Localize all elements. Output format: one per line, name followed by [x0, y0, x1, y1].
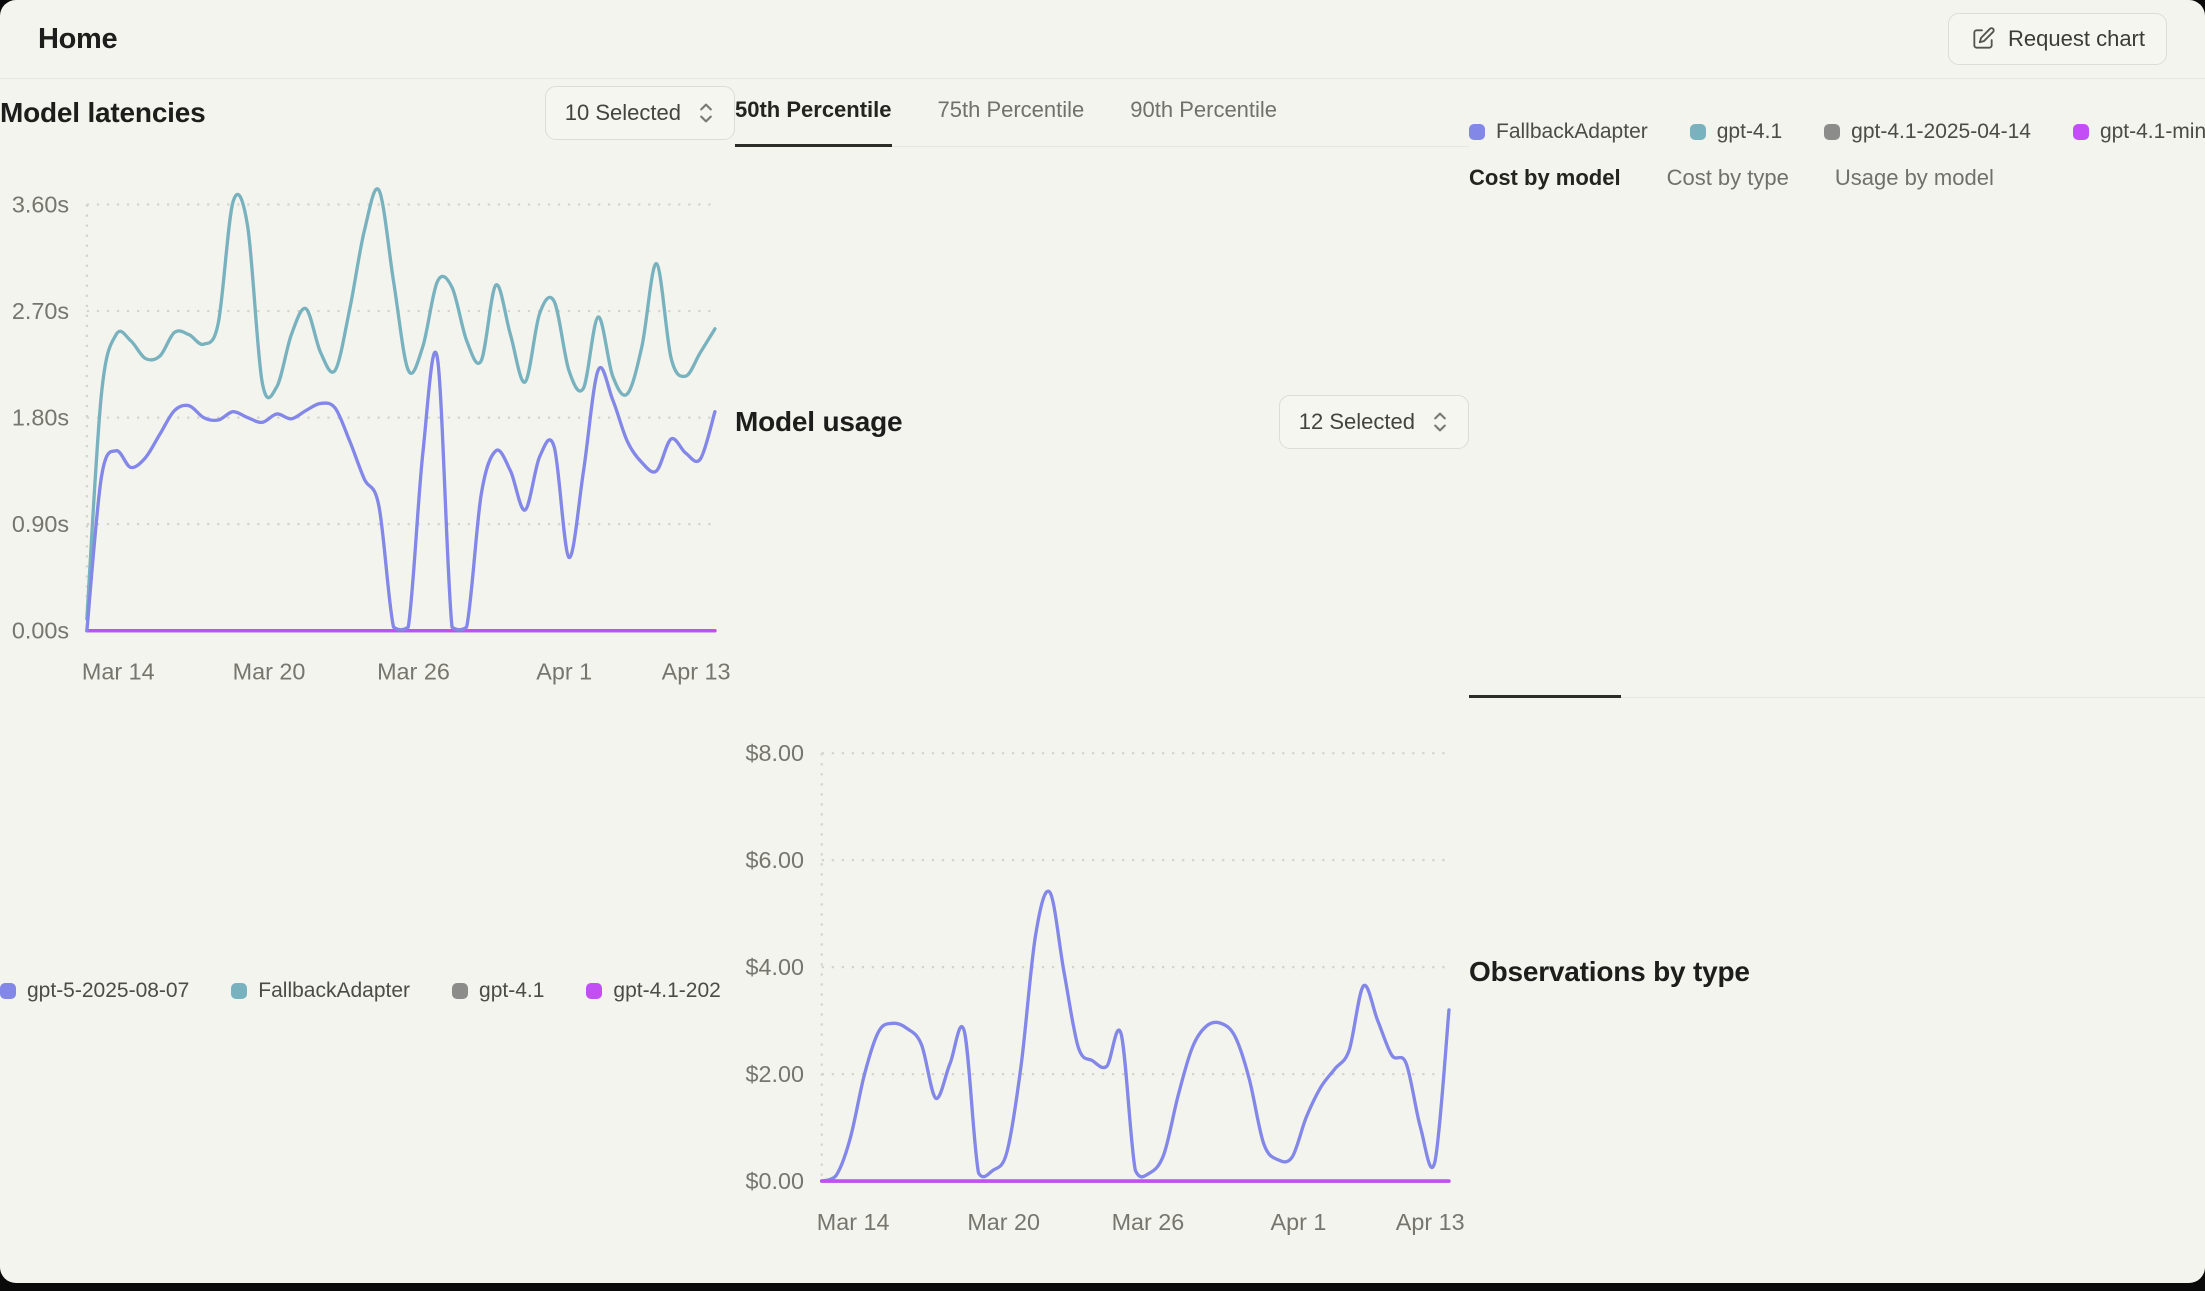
edit-chart-icon [1970, 26, 1996, 52]
header: Home Request chart [0, 0, 2205, 79]
dashboard-window: Home Request chart Model latencies 10 Se… [0, 0, 2205, 1283]
dashboard-grid: Model latencies 10 Selected 50th Percent… [0, 79, 2205, 1283]
request-chart-label: Request chart [2008, 26, 2145, 52]
request-chart-button[interactable]: Request chart [1948, 13, 2167, 65]
page-title: Home [38, 23, 117, 56]
